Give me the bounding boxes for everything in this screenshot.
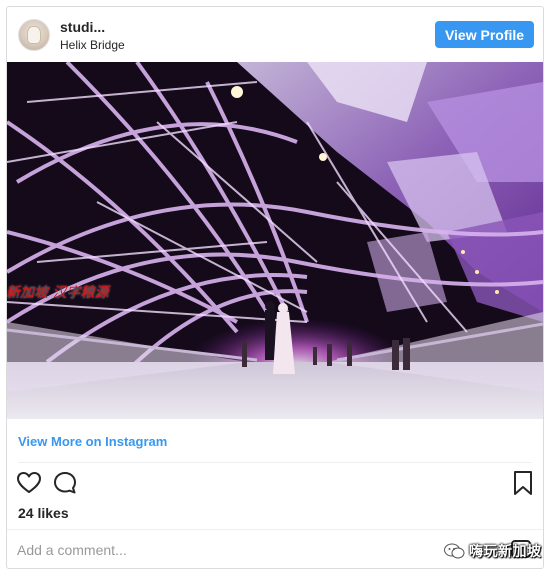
bookmark-icon[interactable] (512, 470, 534, 496)
post-header: studi... Helix Bridge View Profile (7, 7, 543, 63)
location-link[interactable]: Helix Bridge (60, 38, 125, 52)
heart-icon[interactable] (16, 470, 42, 496)
view-profile-button[interactable]: View Profile (435, 21, 534, 48)
photo-overlay-caption: 新加坡 汉字粮源 (6, 285, 109, 301)
post-photo[interactable] (7, 62, 543, 419)
wechat-icon (444, 543, 465, 559)
username[interactable]: studi... (60, 19, 105, 35)
divider (7, 529, 543, 530)
instagram-embed-card: studi... Helix Bridge View Profile 新加坡 汉… (6, 6, 544, 569)
add-comment-input[interactable] (17, 539, 317, 561)
divider (18, 462, 532, 463)
watermark: 嗨玩新加坡 (443, 541, 542, 561)
watermark-text: 嗨玩新加坡 (469, 543, 542, 559)
avatar[interactable] (18, 19, 50, 51)
view-more-on-instagram-link[interactable]: View More on Instagram (18, 434, 167, 449)
likes-count: 24 likes (18, 505, 69, 521)
comment-bubble-icon[interactable] (52, 470, 78, 496)
avatar-figure (27, 26, 41, 44)
